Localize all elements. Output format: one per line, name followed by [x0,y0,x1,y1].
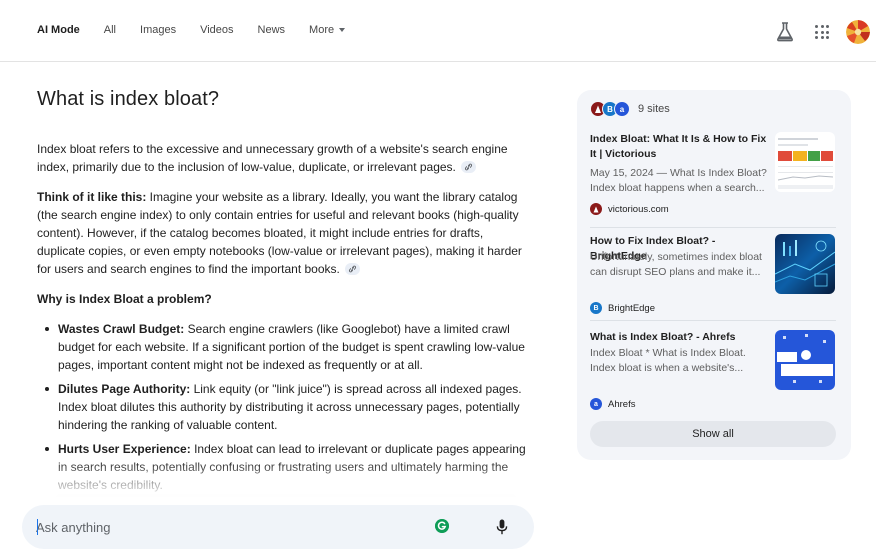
source-card-ahrefs[interactable]: What is Index Bloat? - Ahrefs Index Bloa… [590,330,836,410]
ai-answer: What is index bloat? Index bloat refers … [37,88,527,500]
source-thumbnail [775,330,835,390]
sources-header[interactable]: B a 9 sites [590,101,670,117]
tab-more-label: More [309,24,335,36]
source-favicons: B a [590,101,630,117]
source-site: victorious.com [590,203,669,215]
source-site-name: victorious.com [608,203,669,215]
tab-ai-mode[interactable]: AI Mode [37,24,80,36]
text-cursor [37,519,38,535]
ahrefs-favicon-icon: a [614,101,630,117]
sites-count: 9 sites [638,103,670,115]
grammarly-icon[interactable] [435,519,449,533]
apps-grid-icon[interactable] [815,25,829,39]
page-title: What is index bloat? [37,88,220,110]
source-site: a Ahrefs [590,398,635,410]
source-thumbnail [775,132,835,192]
problem-heading: Why is Index Bloat a problem? [37,290,527,308]
tab-images[interactable]: Images [140,24,176,36]
citation-link-icon[interactable] [460,161,476,173]
ahrefs-favicon-icon: a [590,398,602,410]
answer-intro-text: Index bloat refers to the excessive and … [37,142,508,174]
top-actions [775,20,870,44]
source-card-brightedge[interactable]: How to Fix Index Bloat? - BrightEdge Unf… [590,234,836,314]
source-snippet: Unfortunately, sometimes index bloat can… [590,251,762,278]
show-all-button[interactable]: Show all [590,421,836,447]
tab-more[interactable]: More [309,24,346,36]
source-thumbnail [775,234,835,294]
answer-analogy: Think of it like this: Imagine your webs… [37,188,527,278]
source-title[interactable]: What is Index Bloat? - Ahrefs [590,330,772,345]
bullet-lead: Wastes Crawl Budget: [58,322,185,336]
analogy-lead: Think of it like this: [37,190,147,204]
problem-heading-text: Why is Index Bloat a problem? [37,292,212,306]
flask-icon[interactable] [775,21,795,43]
source-site-name: Ahrefs [608,398,636,410]
source-site: B BrightEdge [590,302,655,314]
source-snippet: Index Bloat * What is Index Bloat. Index… [590,347,746,374]
divider [590,320,836,321]
source-card-victorious[interactable]: Index Bloat: What It Is & How to Fix It … [590,132,836,218]
bullet-lead: Hurts User Experience: [58,442,191,456]
sources-panel: B a 9 sites Index Bloat: What It Is & Ho… [577,90,851,460]
avatar[interactable] [846,20,870,44]
ask-input[interactable] [36,517,416,537]
victorious-favicon-icon [590,203,602,215]
list-item: Dilutes Page Authority: Link equity (or … [45,380,527,434]
answer-intro: Index bloat refers to the excessive and … [37,140,527,176]
top-navigation: AI Mode All Images Videos News More [0,0,876,62]
mic-icon[interactable] [496,519,508,535]
content-fade-overlay [20,460,540,505]
tab-videos[interactable]: Videos [200,24,233,36]
chevron-down-icon [339,28,346,32]
bullet-lead: Dilutes Page Authority: [58,382,191,396]
divider [590,227,836,228]
source-site-name: BrightEdge [608,302,656,314]
list-item: Wastes Crawl Budget: Search engine crawl… [45,320,527,374]
prompt-bar [22,505,534,549]
citation-link-icon[interactable] [344,263,360,275]
search-mode-tabs: AI Mode All Images Videos News More [37,24,369,36]
source-snippet: May 15, 2024 — What Is Index Bloat? Inde… [590,167,767,194]
brightedge-favicon-icon: B [590,302,602,314]
source-title[interactable]: Index Bloat: What It Is & How to Fix It … [590,132,772,162]
tab-news[interactable]: News [258,24,286,36]
tab-all[interactable]: All [104,24,116,36]
